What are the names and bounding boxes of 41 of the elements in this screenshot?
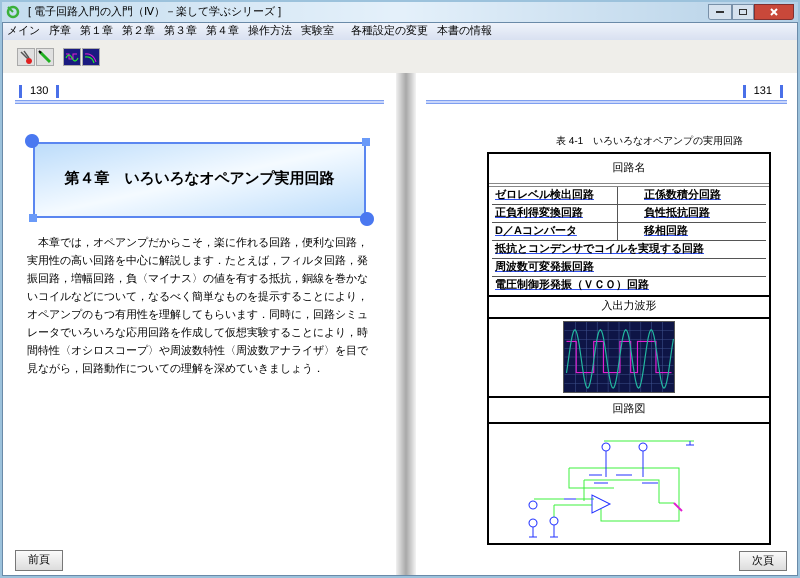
menu-item[interactable]: 第２章 xyxy=(122,23,155,40)
previous-page-button[interactable]: 前頁 xyxy=(15,550,63,570)
circuit-link[interactable]: 電圧制御形発振（ＶＣＯ）回路 xyxy=(495,277,649,294)
menu-item[interactable]: 各種設定の変更 xyxy=(351,23,428,40)
menu-item[interactable]: 実験室 xyxy=(301,23,334,40)
page-number: 130 xyxy=(29,84,50,99)
table-cell: 入出力波形 xyxy=(489,294,769,316)
menu-item[interactable]: 本書の情報 xyxy=(437,23,492,40)
menu-item[interactable]: 序章 xyxy=(49,23,71,40)
close-icon xyxy=(770,8,778,16)
window-title: [ 電子回路入門の入門（Ⅳ）－楽して学ぶシリーズ ] xyxy=(28,4,282,20)
table-caption: 表 4-1 いろいろなオペアンプの実用回路 xyxy=(556,134,744,148)
menu-item[interactable]: メイン xyxy=(7,23,40,40)
pencil-icon[interactable] xyxy=(36,48,54,66)
circuit-link[interactable]: 抵抗とコンデンサでコイルを実現する回路 xyxy=(495,240,704,258)
circuit-link[interactable]: 正負利得変換回路 xyxy=(495,204,583,222)
maximize-button[interactable] xyxy=(732,4,754,20)
circuit-link[interactable]: 負性抵抗回路 xyxy=(644,204,710,222)
frequency-analyzer-icon[interactable] xyxy=(82,48,100,66)
table-header: 回路名 xyxy=(489,154,769,186)
circuit-link[interactable]: 移相回路 xyxy=(644,222,688,240)
chapter-intro-paragraph: 本章では，オペアンプだからこそ，楽に作れる回路，便利な回路，実用性の高い回路を中心に解説します．たとえば，フィルタ回路，発振回路，増幅回路，負〈マイナス〉の値を有する抵抗，銅線を巻かないコイルなどについて，なるべく簡単なものを提示することにより，オペアンプのもつ有用性を理解してもらいます．同時に，回路シミュレータでいろいろな応用回路を作成して仮想実験することにより，時間特性〈オシロスコープ〉や周波数特性〈周波数アナライザ〉を目で見ながら，回路動作についての理解を深めていきましょう． xyxy=(27,236,370,376)
close-button[interactable] xyxy=(754,4,794,20)
corner-square-icon xyxy=(362,138,370,146)
circuit-link[interactable]: 周波数可変発振回路 xyxy=(495,258,594,276)
circuit-link[interactable]: D／Aコンバータ xyxy=(495,222,577,240)
circuit-link[interactable]: ゼロレベル検出回路 xyxy=(495,186,594,204)
menu-item[interactable]: 第４章 xyxy=(206,23,239,40)
corner-square-icon xyxy=(29,214,37,222)
next-page-button[interactable]: 次頁 xyxy=(739,550,787,571)
page-number: 131 xyxy=(752,84,773,99)
oscilloscope-icon[interactable] xyxy=(63,48,81,66)
chapter-title: 第４章 いろいろなオペアンプ実用回路 xyxy=(64,169,334,190)
minimize-button[interactable] xyxy=(708,4,732,20)
menu-item[interactable]: 第３章 xyxy=(164,23,197,40)
menu-item[interactable]: 操作方法 xyxy=(248,23,292,40)
pliers-icon[interactable] xyxy=(17,48,35,66)
table-cell: 回路図 xyxy=(489,396,769,422)
menu-item[interactable]: 第１章 xyxy=(80,23,113,40)
app-icon xyxy=(6,5,20,19)
circuit-link[interactable]: 正係数積分回路 xyxy=(644,186,721,204)
